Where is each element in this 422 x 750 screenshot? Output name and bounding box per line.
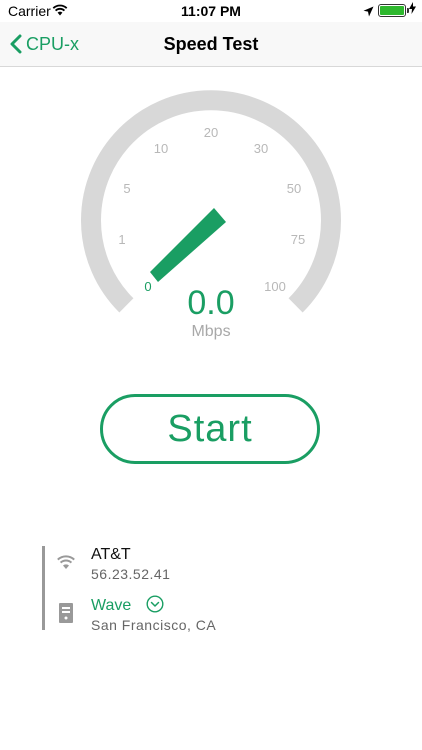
navigation-bar: CPU-x Speed Test <box>0 22 422 67</box>
ip-address: 56.23.52.41 <box>91 566 171 582</box>
status-bar: Carrier 11:07 PM <box>0 0 422 22</box>
server-icon <box>59 603 73 628</box>
location-arrow-icon <box>363 4 374 20</box>
charging-icon <box>409 2 416 17</box>
connection-info: AT&T 56.23.52.41 Wave San Francisco, CA <box>42 546 342 633</box>
speed-value: 0.0 <box>187 284 235 322</box>
gauge-tick-label: 75 <box>291 232 305 247</box>
gauge-tick-label: 1 <box>118 232 125 247</box>
gauge-tick-label: 20 <box>204 125 218 140</box>
server-name[interactable]: Wave <box>91 597 131 615</box>
gauge-tick-label: 5 <box>123 181 130 196</box>
status-time: 11:07 PM <box>181 3 241 19</box>
gauge-tick-label: 50 <box>287 181 301 196</box>
gauge-tick-label: 10 <box>154 141 168 156</box>
wifi-icon <box>56 554 76 575</box>
gauge-needle <box>150 208 226 282</box>
start-button[interactable]: Start <box>100 394 320 464</box>
start-button-label: Start <box>167 407 253 450</box>
info-divider <box>42 546 45 630</box>
battery-icon <box>378 4 409 17</box>
gauge-tick-label: 30 <box>254 141 268 156</box>
page-title: Speed Test <box>163 34 259 54</box>
chevron-down-circle-icon[interactable] <box>146 595 164 618</box>
isp-name: AT&T <box>91 546 131 563</box>
speed-unit: Mbps <box>191 323 231 340</box>
server-location: San Francisco, CA <box>91 617 217 633</box>
